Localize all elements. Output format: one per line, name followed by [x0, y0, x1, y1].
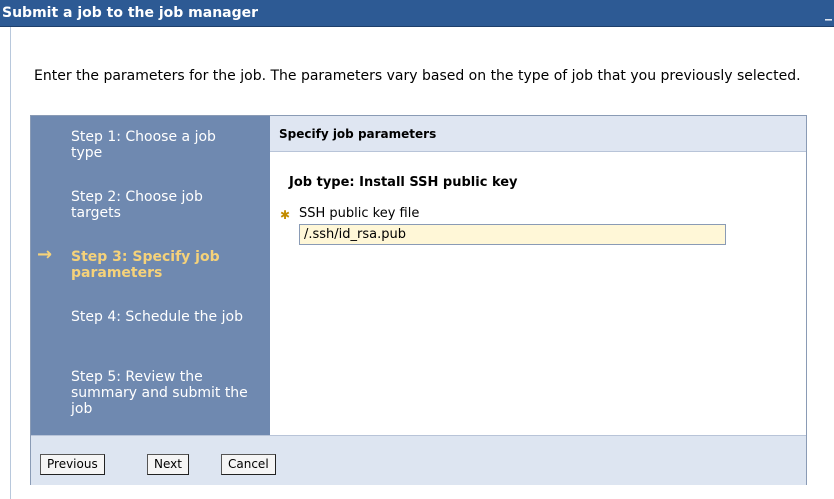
- wizard-step-5: Step 5: Review the summary and submit th…: [71, 369, 248, 417]
- wizard-footer: Previous Next Cancel: [31, 435, 806, 485]
- ssh-key-file-input[interactable]: [299, 224, 726, 245]
- wizard-step-4: Step 4: Schedule the job: [71, 309, 243, 325]
- required-icon: ✱: [280, 208, 291, 222]
- wizard-step-3: Step 3: Specify job parameters: [71, 249, 220, 281]
- previous-button[interactable]: Previous: [40, 454, 105, 475]
- panel-heading: Specify job parameters: [270, 116, 806, 152]
- current-step-arrow-icon: →: [37, 244, 53, 265]
- job-type-label: Job type: Install SSH public key: [289, 175, 518, 190]
- window-title-bar: Submit a job to the job manager _: [0, 0, 834, 27]
- parameters-panel: Specify job parameters Job type: Install…: [270, 116, 806, 435]
- window-title: Submit a job to the job manager: [2, 5, 259, 21]
- next-button[interactable]: Next: [147, 454, 189, 475]
- wizard-step-1: Step 1: Choose a job type: [71, 129, 216, 161]
- wizard: → Step 1: Choose a job type Step 2: Choo…: [30, 115, 807, 485]
- wizard-steps: → Step 1: Choose a job type Step 2: Choo…: [31, 116, 270, 435]
- ssh-key-file-label: SSH public key file: [299, 206, 420, 221]
- cancel-button[interactable]: Cancel: [221, 454, 276, 475]
- minimize-icon[interactable]: _: [825, 0, 832, 27]
- wizard-step-2: Step 2: Choose job targets: [71, 189, 203, 221]
- intro-text: Enter the parameters for the job. The pa…: [34, 68, 801, 84]
